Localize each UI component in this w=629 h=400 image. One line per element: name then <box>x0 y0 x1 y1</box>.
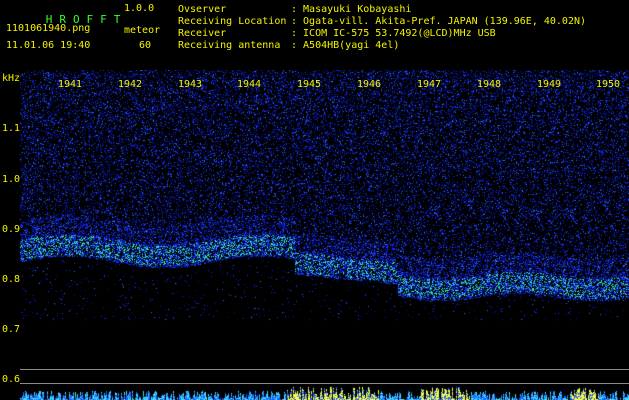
time-tick-label: 1944 <box>237 79 262 90</box>
y-tick-label: 1.1 <box>2 123 21 134</box>
meteor-count: 60 <box>139 40 152 51</box>
header-panel: HROFFT 1.0.0 1101061940.png meteor 11.01… <box>0 0 629 70</box>
time-tick-label: 1943 <box>178 79 203 90</box>
info-label-receiver: Receiver <box>178 28 227 39</box>
info-value-observer: : Masayuki Kobayashi <box>291 4 412 15</box>
datetime-label: 11.01.06 19:40 <box>6 40 91 51</box>
axis-unit-label: kHz <box>2 73 21 84</box>
info-label-antenna: Receiving antenna <box>178 40 281 51</box>
time-tick-label: 1949 <box>537 79 562 90</box>
time-tick-label: 1947 <box>417 79 442 90</box>
time-tick-label: 1950 <box>596 79 621 90</box>
y-tick-label: 1.0 <box>2 174 21 185</box>
info-value-location: : Ogata-vill. Akita-Pref. JAPAN (139.96E… <box>291 16 587 27</box>
info-label-location: Receiving Location <box>178 16 287 27</box>
meteor-label: meteor <box>124 25 161 36</box>
title-letter: F <box>100 13 107 26</box>
time-tick-label: 1948 <box>477 79 502 90</box>
threshold-line <box>20 369 629 370</box>
time-tick-label: 1942 <box>118 79 143 90</box>
y-tick-label: 0.8 <box>2 274 21 285</box>
info-label-observer: Ovserver <box>178 4 227 15</box>
y-tick-label: 0.7 <box>2 324 21 335</box>
y-tick-label: 0.6 <box>2 374 21 385</box>
y-tick-label: 0.9 <box>2 224 21 235</box>
info-value-antenna: : A504HB(yagi 4el) <box>291 40 400 51</box>
filename-label: 1101061940.png <box>6 23 91 34</box>
hrofft-window: HROFFT 1.0.0 1101061940.png meteor 11.01… <box>0 0 629 400</box>
time-tick-label: 1941 <box>58 79 83 90</box>
title-letter: T <box>113 13 121 26</box>
time-tick-label: 1945 <box>297 79 322 90</box>
info-value-receiver: : ICOM IC-575 53.7492(@LCD)MHz USB <box>291 28 496 39</box>
time-tick-label: 1946 <box>357 79 382 90</box>
threshold-line <box>20 383 629 384</box>
version-label: 1.0.0 <box>124 3 155 14</box>
